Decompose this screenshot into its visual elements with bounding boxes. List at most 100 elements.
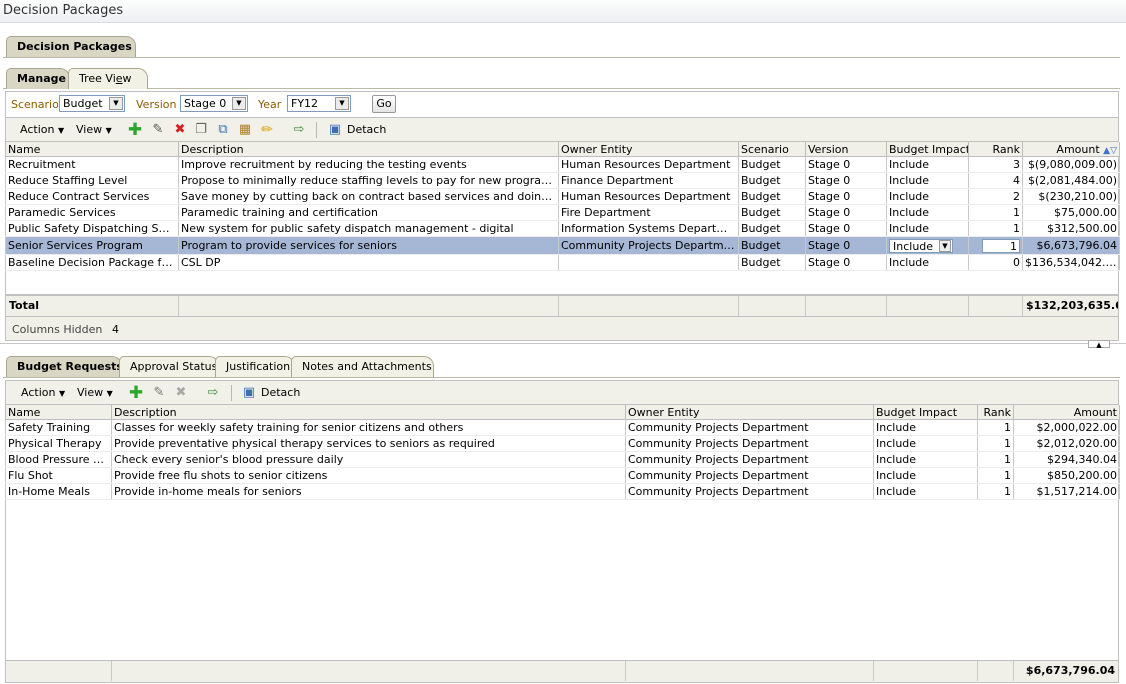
row-owner: Information Systems Department <box>558 220 739 237</box>
column-header-amount[interactable]: Amount <box>1013 405 1120 420</box>
scenario-select[interactable]: Budget ▼ <box>59 95 125 112</box>
table-row[interactable]: In-Home Meals Provide in-home meals for s… <box>5 483 1120 500</box>
table-row[interactable]: Reduce Staffing Level Propose to minimall… <box>5 172 1120 189</box>
column-header-impact[interactable]: Budget Impact <box>886 142 969 157</box>
copy-icon[interactable]: ❐ <box>193 122 209 138</box>
table-row[interactable]: Paramedic Services Paramedic training and… <box>5 204 1120 221</box>
row-amount: $75,000.00 <box>1022 204 1120 221</box>
export-icon[interactable]: ⇨ <box>291 122 307 138</box>
row-description: Provide free flu shots to senior citizen… <box>111 467 626 484</box>
view-menu[interactable]: View ▼ <box>77 386 113 399</box>
action-menu[interactable]: Action ▼ <box>20 123 64 136</box>
edit-icon[interactable]: ✎ <box>151 385 167 401</box>
budget-impact-value: Include <box>893 239 934 253</box>
tab-tree-view[interactable]: Tree View <box>68 68 148 89</box>
column-header-description[interactable]: Description <box>111 405 626 420</box>
total-empty-cell <box>739 296 806 316</box>
row-owner <box>558 254 739 271</box>
table-row[interactable]: Public Safety Dispatching Syste... New sy… <box>5 220 1120 237</box>
row-name: Paramedic Services <box>5 204 179 221</box>
row-description: Provide in-home meals for seniors <box>111 483 626 500</box>
column-header-scenario[interactable]: Scenario <box>738 142 806 157</box>
total-empty-cell <box>806 296 887 316</box>
tab-budget-requests[interactable]: Budget Requests <box>6 356 123 377</box>
detach-icon[interactable]: ▣ <box>327 122 343 138</box>
action-menu[interactable]: Action ▼ <box>21 386 65 399</box>
properties-icon[interactable]: ▦ <box>237 122 253 138</box>
total-empty-cell <box>887 296 969 316</box>
column-header-amount[interactable]: Amount ▲▽ <box>1022 142 1120 157</box>
version-label: Version <box>136 98 177 111</box>
go-button[interactable]: Go <box>372 95 396 113</box>
column-header-owner[interactable]: Owner Entity <box>558 142 739 157</box>
column-header-rank[interactable]: Rank <box>968 142 1023 157</box>
row-version: Stage 0 <box>805 236 887 255</box>
row-rank: 0 <box>968 254 1023 271</box>
table-row-selected[interactable]: Senior Services Program Program to provid… <box>5 236 1120 255</box>
row-impact: Include <box>873 451 978 468</box>
requests-table: Name Description Owner Entity Budget Imp… <box>5 405 1120 500</box>
packages-header-row: Name Description Owner Entity Scenario V… <box>5 142 1120 157</box>
total-amount: $132,203,635.60 <box>1026 299 1118 312</box>
delete-icon[interactable]: ✖ <box>172 122 188 138</box>
packages-toolbar: Action ▼ View ▼ ✚ ✎ ✖ ❐ ⧉ ▦ ✏ ⇨ ▣ Detach <box>5 117 1119 142</box>
column-header-name[interactable]: Name <box>5 405 112 420</box>
row-name: Blood Pressure Ch... <box>5 451 112 468</box>
row-description: Paramedic training and certification <box>178 204 559 221</box>
row-scenario: Budget <box>738 188 806 205</box>
export-icon[interactable]: ⇨ <box>205 385 221 401</box>
row-amount: $2,000,022.00 <box>1013 419 1120 436</box>
filter-bar: Scenario Budget ▼ Version Stage 0 ▼ Year F… <box>5 91 1119 117</box>
table-row[interactable]: Safety Training Classes for weekly safety… <box>5 419 1120 436</box>
tab-notes-attachments[interactable]: Notes and Attachments <box>291 356 434 377</box>
row-name: Reduce Staffing Level <box>5 172 179 189</box>
tab-manage[interactable]: Manage <box>6 68 70 89</box>
row-description: CSL DP <box>178 254 559 271</box>
year-select[interactable]: FY12 ▼ <box>287 95 351 112</box>
table-row[interactable]: Physical Therapy Provide preventative phy… <box>5 435 1120 452</box>
add-icon[interactable]: ✚ <box>128 385 144 402</box>
row-rank: 1 <box>977 419 1014 436</box>
sort-ascending-icon[interactable]: ▲▽ <box>1103 146 1117 156</box>
action-menu-label: Action <box>21 386 56 399</box>
collapse-icon[interactable]: ▲ <box>1088 340 1110 349</box>
column-header-impact[interactable]: Budget Impact <box>873 405 978 420</box>
column-header-description[interactable]: Description <box>178 142 559 157</box>
total-empty-cell <box>559 296 739 316</box>
table-row[interactable]: Blood Pressure Ch... Check every senior's… <box>5 451 1120 468</box>
detach-icon[interactable]: ▣ <box>241 385 257 401</box>
scenario-label: Scenario <box>11 98 59 111</box>
rank-input[interactable]: 1 <box>982 238 1020 253</box>
version-select[interactable]: Stage 0 ▼ <box>180 95 248 112</box>
row-version: Stage 0 <box>805 172 887 189</box>
column-header-owner[interactable]: Owner Entity <box>625 405 874 420</box>
budget-impact-select[interactable]: Include ▼ <box>889 238 953 253</box>
duplicate-icon[interactable]: ⧉ <box>215 122 231 138</box>
column-header-name[interactable]: Name <box>5 142 179 157</box>
row-owner: Finance Department <box>558 172 739 189</box>
row-name: Reduce Contract Services <box>5 188 179 205</box>
row-name: Public Safety Dispatching Syste... <box>5 220 179 237</box>
requests-total-amount: $6,673,796.04 <box>1025 664 1115 677</box>
table-row[interactable]: Baseline Decision Package for B... CSL DP… <box>5 254 1120 271</box>
detach-button[interactable]: Detach <box>261 386 300 399</box>
edit-icon[interactable]: ✎ <box>150 122 166 138</box>
view-menu-label: View <box>76 123 103 136</box>
tab-approval-status[interactable]: Approval Status <box>119 356 219 377</box>
add-icon[interactable]: ✚ <box>127 122 143 139</box>
table-row[interactable]: Recruitment Improve recruitment by reduci… <box>5 156 1120 173</box>
delete-icon[interactable]: ✖ <box>173 385 189 401</box>
table-row[interactable]: Flu Shot Provide free flu shots to senior… <box>5 467 1120 484</box>
requests-header-row: Name Description Owner Entity Budget Imp… <box>5 405 1120 420</box>
tab-decision-packages[interactable]: Decision Packages <box>6 36 136 57</box>
pencil-icon[interactable]: ✏ <box>259 122 275 138</box>
row-amount: $1,517,214.00 <box>1013 483 1120 500</box>
detach-button[interactable]: Detach <box>347 123 386 136</box>
splitter[interactable] <box>0 343 1126 348</box>
view-menu[interactable]: View ▼ <box>76 123 112 136</box>
table-row[interactable]: Reduce Contract Services Save money by cu… <box>5 188 1120 205</box>
column-header-rank[interactable]: Rank <box>977 405 1014 420</box>
total-empty-cell <box>874 661 978 681</box>
tab-justification[interactable]: Justification <box>215 356 295 377</box>
column-header-version[interactable]: Version <box>805 142 887 157</box>
